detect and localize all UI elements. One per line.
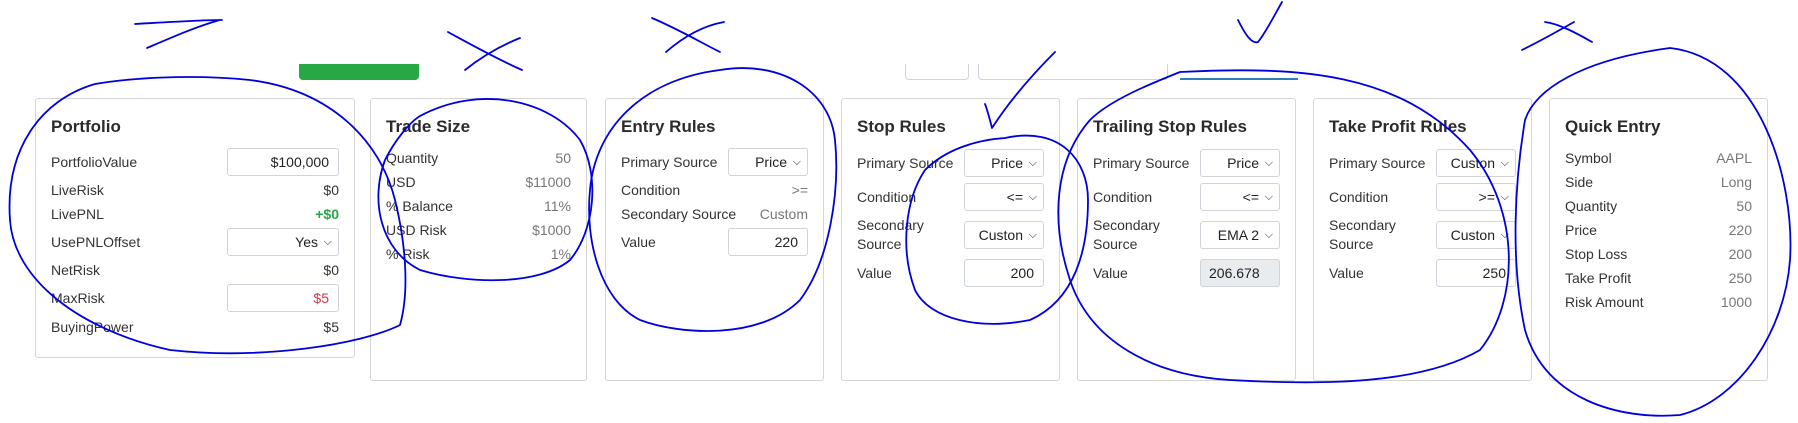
- annotation-circle-quick-entry: [1514, 47, 1792, 417]
- annotation-circle-trailing-tp: [1057, 69, 1510, 384]
- annotation-circle-stop: [905, 134, 1089, 325]
- annotation-circle-entry: [588, 67, 838, 332]
- annotation-cross-2: [447, 31, 523, 71]
- annotation-cross-1: [134, 19, 223, 49]
- annotation-cross-3: [651, 17, 725, 53]
- handwritten-annotations: [8, 1, 1792, 417]
- annotation-cross-4: [1521, 21, 1593, 51]
- annotation-circle-trade-size: [377, 98, 594, 282]
- annotation-check-1: [984, 51, 1056, 129]
- annotation-circle-portfolio: [8, 76, 407, 355]
- annotation-check-2: [1237, 1, 1283, 44]
